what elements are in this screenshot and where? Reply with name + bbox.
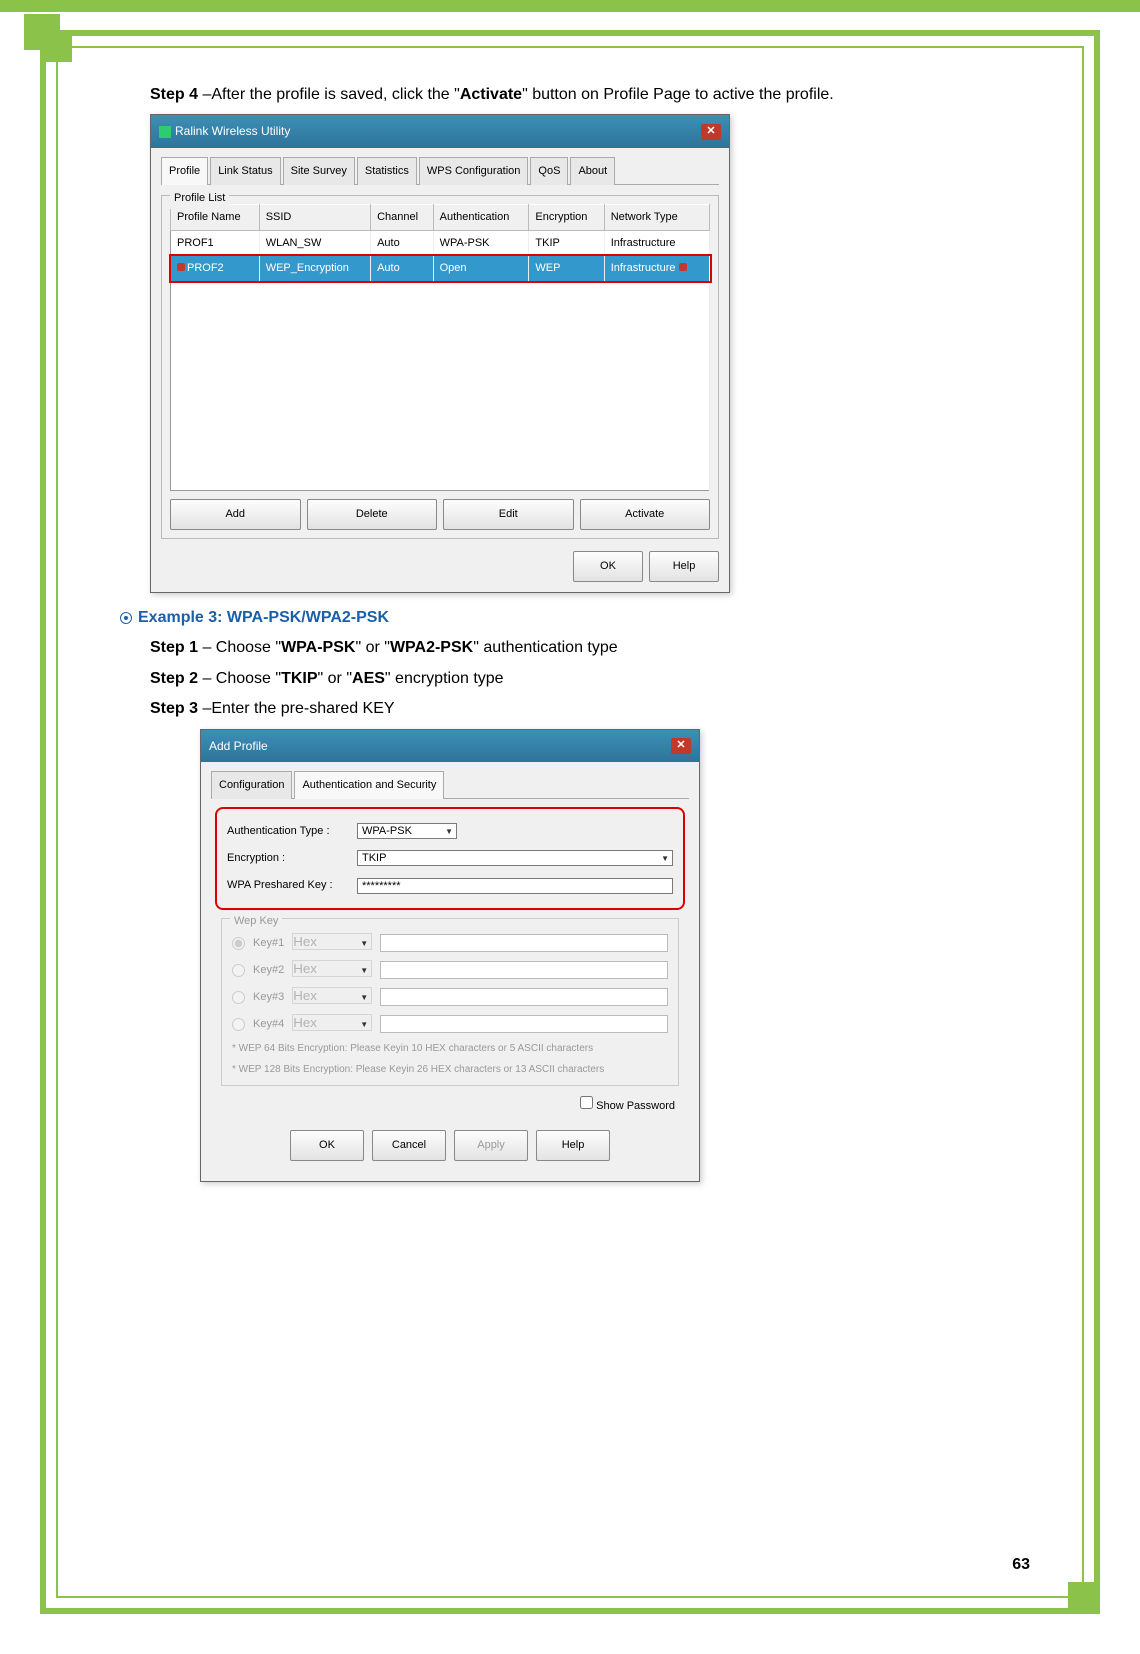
delete-button[interactable]: Delete [307,499,438,530]
profile-list-group: Profile List Profile Name SSID Channel A… [161,195,719,539]
cancel-button[interactable]: Cancel [372,1130,446,1161]
titlebar: Add Profile ✕ [201,730,699,763]
edit-button[interactable]: Edit [443,499,574,530]
key4-format-select[interactable]: Hex [292,1014,372,1031]
add-button[interactable]: Add [170,499,301,530]
auth-type-select[interactable]: WPA-PSK [357,823,457,839]
close-icon[interactable]: ✕ [701,124,721,140]
active-indicator-icon [177,263,185,271]
wep-note-2: * WEP 128 Bits Encryption: Please Keyin … [232,1062,668,1077]
key2-radio[interactable] [232,964,245,977]
col-authentication[interactable]: Authentication [433,205,529,231]
key3-radio[interactable] [232,991,245,1004]
key2-input[interactable] [380,961,668,979]
wep-key-group: Wep Key Key#1 Hex Key#2 Hex Key#3 Hex [221,918,679,1086]
step2-text: Step 2 – Choose "TKIP" or "AES" encrypti… [150,664,1030,694]
step4-text: Step 4 –After the profile is saved, clic… [150,80,1030,110]
titlebar: Ralink Wireless Utility ✕ [151,115,729,148]
psk-input[interactable] [357,878,673,894]
window-title: Add Profile [209,735,268,758]
col-encryption[interactable]: Encryption [529,205,604,231]
bullet-icon [120,612,132,624]
page-number: 63 [1012,1556,1030,1574]
key3-format-select[interactable]: Hex [292,987,372,1004]
auth-type-label: Authentication Type : [227,821,357,842]
key4-radio[interactable] [232,1018,245,1031]
apply-button[interactable]: Apply [454,1130,528,1161]
main-tabs: Profile Link Status Site Survey Statisti… [161,156,719,185]
activate-button[interactable]: Activate [580,499,711,530]
add-profile-window: Add Profile ✕ Configuration Authenticati… [200,729,700,1183]
wep-key-row: Key#3 Hex [232,987,668,1008]
tab-profile[interactable]: Profile [161,157,208,185]
tab-auth-security[interactable]: Authentication and Security [294,771,444,799]
tab-statistics[interactable]: Statistics [357,157,417,185]
wep-note-1: * WEP 64 Bits Encryption: Please Keyin 1… [232,1041,668,1056]
key4-input[interactable] [380,1015,668,1033]
auth-security-highlight: Authentication Type : WPA-PSK Encryption… [215,807,685,910]
key1-radio[interactable] [232,937,245,950]
ok-button[interactable]: OK [290,1130,364,1161]
wep-key-label: Wep Key [230,911,282,932]
col-ssid[interactable]: SSID [259,205,370,231]
encryption-select[interactable]: TKIP [357,850,673,866]
ralink-wireless-utility-window: Ralink Wireless Utility ✕ Profile Link S… [150,114,730,593]
show-password-row: Show Password [225,1096,675,1117]
dialog-tabs: Configuration Authentication and Securit… [211,770,689,799]
step4-label: Step 4 [150,86,198,103]
tab-about[interactable]: About [570,157,615,185]
table-row[interactable]: PROF1 WLAN_SW Auto WPA-PSK TKIP Infrastr… [171,230,710,255]
key2-format-select[interactable]: Hex [292,960,372,977]
encryption-label: Encryption : [227,848,357,869]
wep-key-row: Key#4 Hex [232,1014,668,1035]
psk-label: WPA Preshared Key : [227,875,357,896]
window-title: Ralink Wireless Utility [175,124,290,138]
show-password-checkbox[interactable] [580,1096,593,1109]
col-network-type[interactable]: Network Type [604,205,709,231]
active-indicator-icon [679,263,687,271]
close-icon[interactable]: ✕ [671,738,691,754]
table-row-selected[interactable]: PROF2 WEP_Encryption Auto Open WEP Infra… [171,256,710,281]
step3-text: Step 3 –Enter the pre-shared KEY [150,694,1030,724]
help-button[interactable]: Help [536,1130,610,1161]
help-button[interactable]: Help [649,551,719,582]
key3-input[interactable] [380,988,668,1006]
wep-key-row: Key#1 Hex [232,933,668,954]
example-heading: Example 3: WPA-PSK/WPA2-PSK [120,603,1030,633]
ok-button[interactable]: OK [573,551,643,582]
profile-table[interactable]: Profile Name SSID Channel Authentication… [170,204,710,491]
tab-configuration[interactable]: Configuration [211,771,292,799]
profile-list-label: Profile List [170,188,229,209]
step1-text: Step 1 – Choose "WPA-PSK" or "WPA2-PSK" … [150,633,1030,663]
key1-input[interactable] [380,934,668,952]
tab-link-status[interactable]: Link Status [210,157,280,185]
tab-site-survey[interactable]: Site Survey [283,157,355,185]
app-icon [159,126,171,138]
tab-qos[interactable]: QoS [530,157,568,185]
col-channel[interactable]: Channel [371,205,434,231]
tab-wps-configuration[interactable]: WPS Configuration [419,157,529,185]
key1-format-select[interactable]: Hex [292,933,372,950]
wep-key-row: Key#2 Hex [232,960,668,981]
